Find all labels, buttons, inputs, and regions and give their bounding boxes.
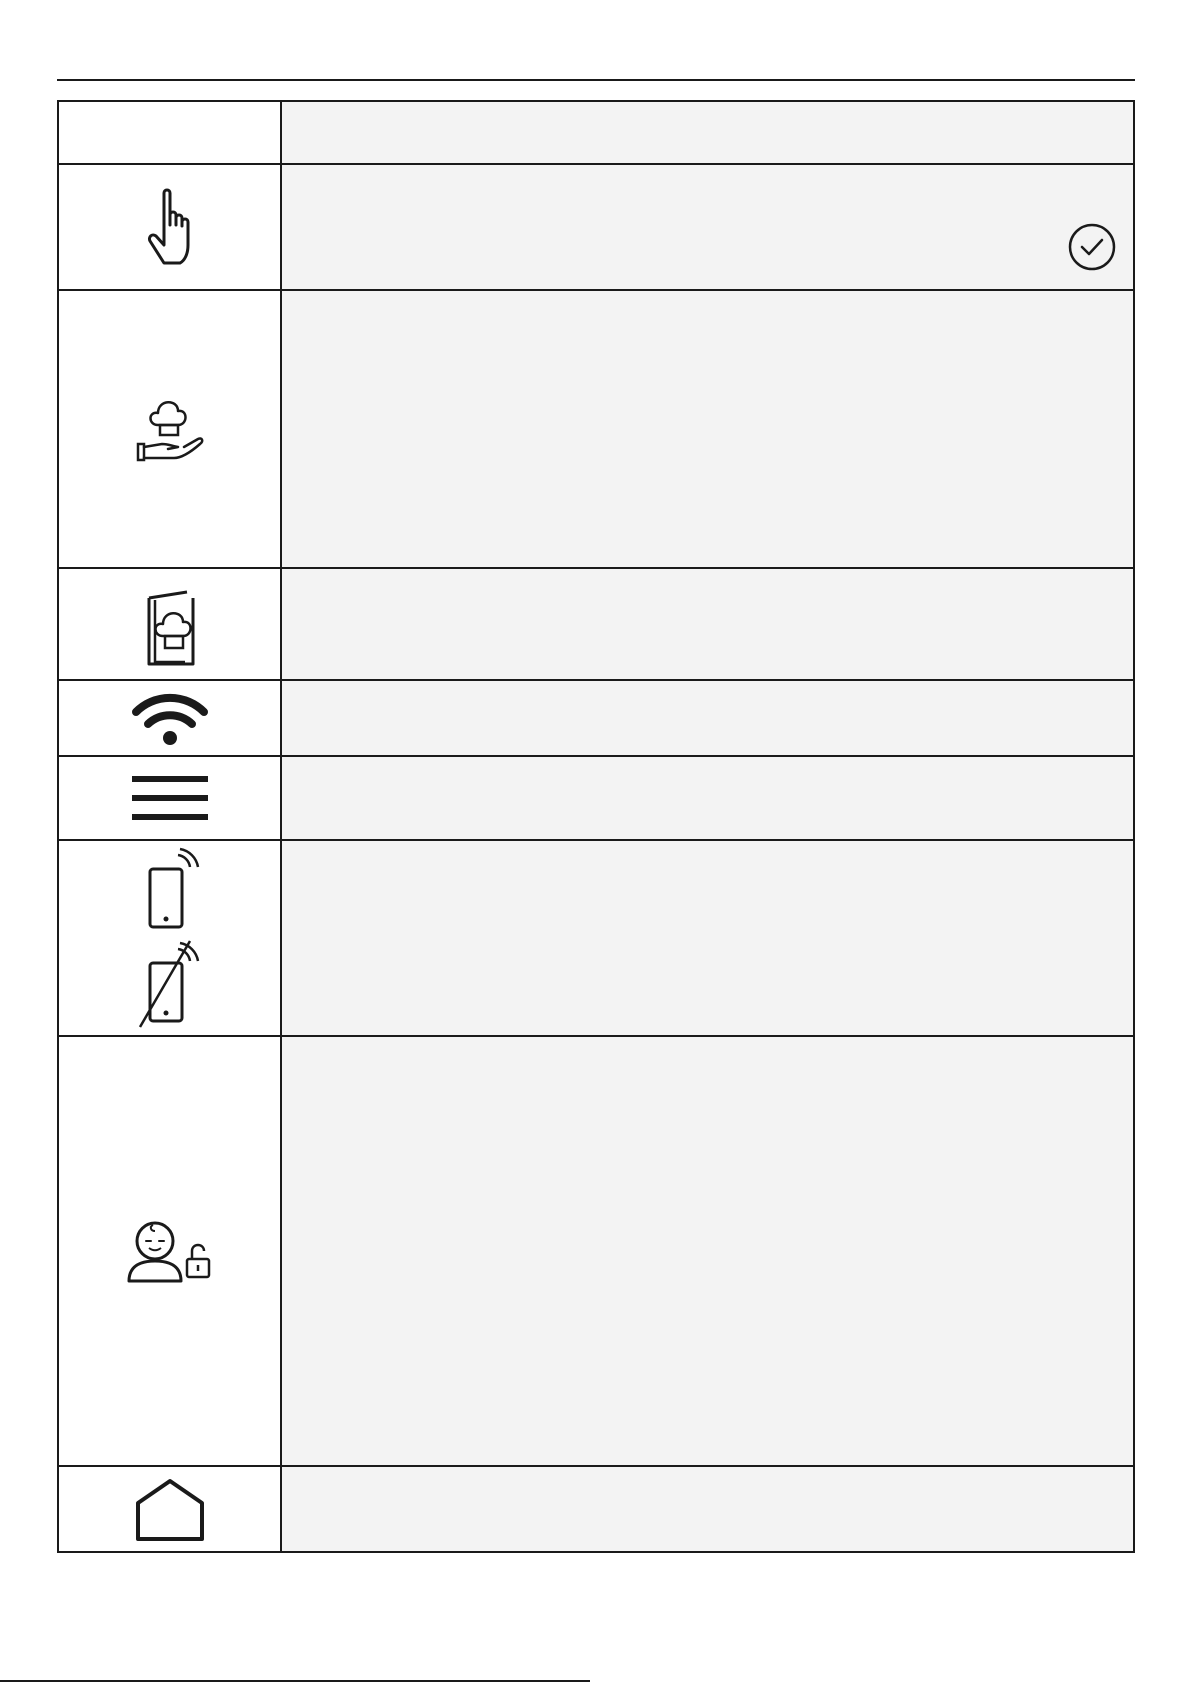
icon-cell — [57, 567, 282, 681]
table-row — [57, 567, 1135, 681]
icon-cell — [57, 839, 282, 1037]
chef-hat-hand-icon — [136, 401, 203, 462]
table-row — [57, 163, 1135, 291]
table-row — [57, 100, 1135, 165]
table-row — [57, 679, 1135, 757]
description-cell — [280, 567, 1135, 681]
touch-hand-icon — [147, 188, 189, 265]
symbol-table — [57, 100, 1135, 1553]
phone-remote-icon — [148, 847, 199, 929]
description-cell — [280, 1465, 1135, 1553]
home-icon — [135, 1479, 204, 1541]
description-cell — [280, 163, 1135, 291]
top-rule — [57, 79, 1135, 81]
icon-cell — [57, 679, 282, 757]
child-lock-icon — [127, 1221, 210, 1283]
wifi-icon — [131, 693, 208, 745]
chef-hat-book-icon — [147, 590, 194, 666]
icon-cell — [57, 1035, 282, 1467]
description-cell — [280, 289, 1135, 569]
icon-cell — [57, 755, 282, 841]
icon-cell — [57, 289, 282, 569]
check-circle-icon — [1068, 223, 1116, 271]
description-cell — [280, 839, 1135, 1037]
icon-cell — [57, 1465, 282, 1553]
footer-rule — [0, 1680, 590, 1682]
icon-cell-header — [57, 100, 282, 165]
description-cell — [280, 1035, 1135, 1467]
description-cell — [280, 679, 1135, 757]
description-cell — [280, 100, 1135, 165]
table-row — [57, 839, 1135, 1037]
icon-cell — [57, 163, 282, 291]
menu-icon — [131, 776, 208, 820]
table-row — [57, 1465, 1135, 1553]
table-row — [57, 1035, 1135, 1467]
table-row — [57, 755, 1135, 841]
phone-remote-off-icon — [138, 940, 199, 1028]
table-row — [57, 289, 1135, 569]
description-cell — [280, 755, 1135, 841]
